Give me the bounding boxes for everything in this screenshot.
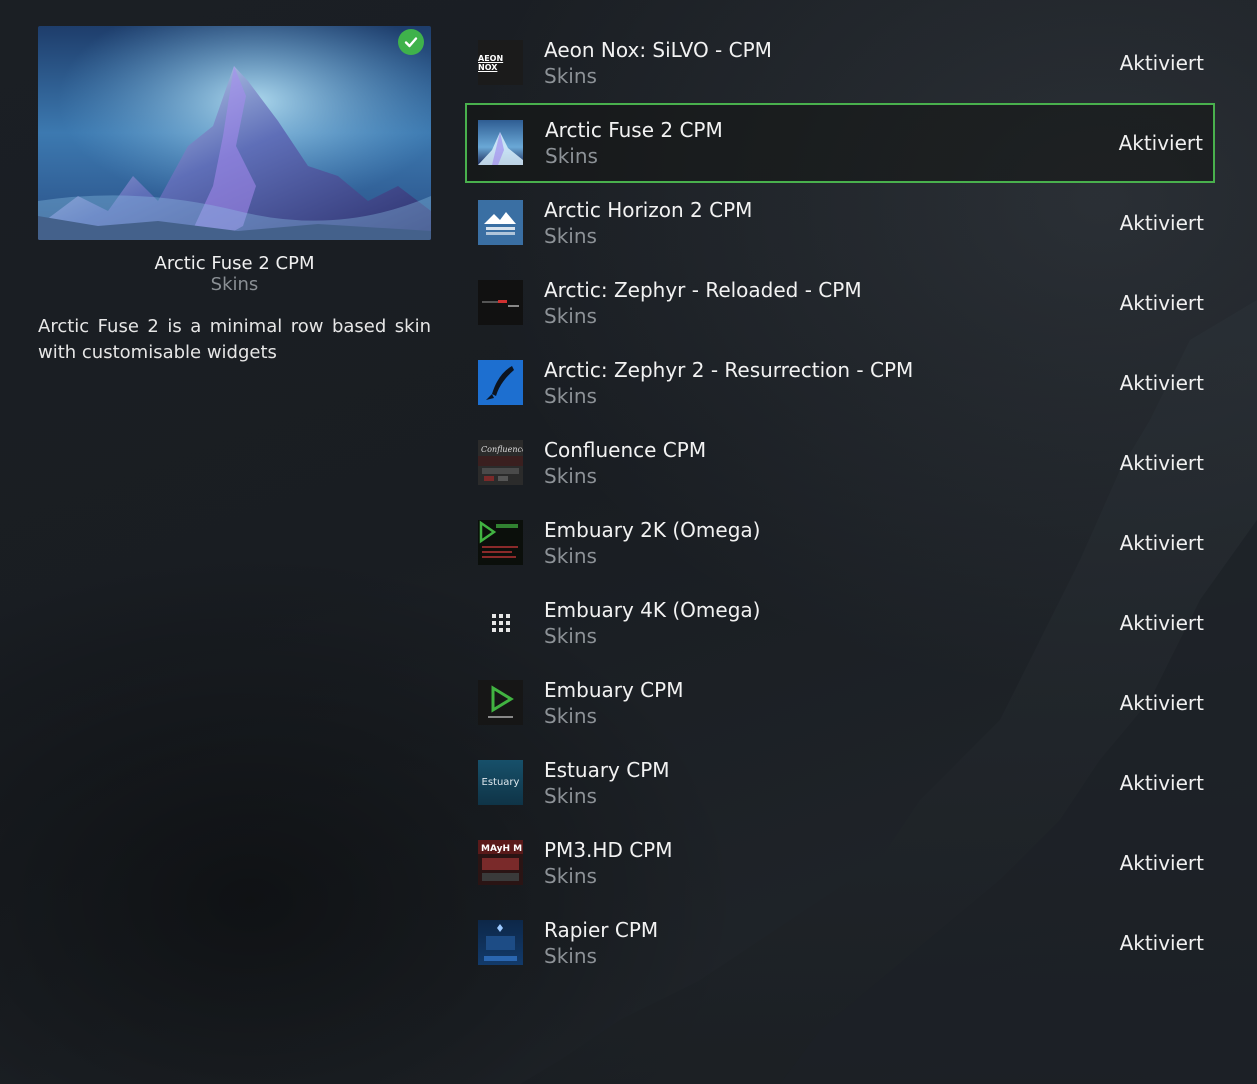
addon-row-estuary[interactable]: Estuary Estuary CPM Skins Aktiviert bbox=[465, 743, 1215, 823]
checkmark-icon bbox=[398, 29, 424, 55]
addon-category: Skins bbox=[544, 704, 597, 728]
addon-name: Arctic Horizon 2 CPM bbox=[544, 198, 753, 222]
addon-name: Aeon Nox: SiLVO - CPM bbox=[544, 38, 772, 62]
addon-name: Estuary CPM bbox=[544, 758, 670, 782]
mountain-fanart-image bbox=[38, 26, 431, 240]
addon-category: Skins bbox=[544, 464, 597, 488]
addon-status: Aktiviert bbox=[1119, 931, 1204, 955]
addon-status: Aktiviert bbox=[1119, 51, 1204, 75]
selected-addon-description: Arctic Fuse 2 is a minimal row based ski… bbox=[38, 316, 431, 363]
addon-row-embuary[interactable]: Embuary CPM Skins Aktiviert bbox=[465, 663, 1215, 743]
aeon-nox-logo: AEON NOX bbox=[478, 40, 523, 85]
aeon-nox-logo-text: AEON NOX bbox=[478, 53, 504, 72]
addon-status: Aktiviert bbox=[1119, 451, 1204, 475]
embuary-2k-logo bbox=[478, 520, 523, 565]
addon-status: Aktiviert bbox=[1119, 291, 1204, 315]
addon-name: Embuary 4K (Omega) bbox=[544, 598, 761, 622]
addon-status: Aktiviert bbox=[1118, 131, 1203, 155]
selected-addon-title: Arctic Fuse 2 CPM bbox=[154, 253, 315, 274]
confluence-logo: Confluence bbox=[478, 440, 523, 485]
addon-category: Skins bbox=[544, 784, 597, 808]
arctic-fuse-logo bbox=[478, 120, 523, 165]
addon-category: Skins bbox=[545, 144, 598, 168]
addon-status: Aktiviert bbox=[1119, 691, 1204, 715]
addon-row-arctic-zephyr-reloaded[interactable]: Arctic: Zephyr - Reloaded - CPM Skins Ak… bbox=[465, 263, 1215, 343]
addon-name: Arctic: Zephyr 2 - Resurrection - CPM bbox=[544, 358, 914, 382]
addon-name: Confluence CPM bbox=[544, 438, 707, 462]
grid-icon bbox=[478, 600, 523, 645]
addon-name: Embuary CPM bbox=[544, 678, 684, 702]
addon-row-aeon-nox[interactable]: AEON NOX Aeon Nox: SiLVO - CPM Skins Akt… bbox=[465, 23, 1215, 103]
addon-name: Arctic: Zephyr - Reloaded - CPM bbox=[544, 278, 862, 302]
addon-row-embuary-2k[interactable]: Embuary 2K (Omega) Skins Aktiviert bbox=[465, 503, 1215, 583]
embuary-play-logo bbox=[478, 680, 523, 725]
addon-status: Aktiviert bbox=[1119, 211, 1204, 235]
addon-status: Aktiviert bbox=[1119, 611, 1204, 635]
selected-addon-category: Skins bbox=[210, 274, 259, 295]
addon-status: Aktiviert bbox=[1119, 851, 1204, 875]
estuary-logo: Estuary bbox=[478, 760, 523, 805]
addon-row-confluence[interactable]: Confluence Confluence CPM Skins Aktivier… bbox=[465, 423, 1215, 503]
addon-category: Skins bbox=[544, 944, 597, 968]
addon-list: AEON NOX Aeon Nox: SiLVO - CPM Skins Akt… bbox=[465, 23, 1215, 983]
arctic-horizon-logo bbox=[478, 200, 523, 245]
addon-category: Skins bbox=[544, 304, 597, 328]
addon-row-arctic-fuse-2[interactable]: Arctic Fuse 2 CPM Skins Aktiviert bbox=[465, 103, 1215, 183]
addon-category: Skins bbox=[544, 384, 597, 408]
rapier-logo bbox=[478, 920, 523, 965]
addon-name: PM3.HD CPM bbox=[544, 838, 673, 862]
addon-status: Aktiviert bbox=[1119, 531, 1204, 555]
addon-status: Aktiviert bbox=[1119, 771, 1204, 795]
addon-category: Skins bbox=[544, 624, 597, 648]
addon-row-pm3hd[interactable]: MAyH M PM3.HD CPM Skins Aktiviert bbox=[465, 823, 1215, 903]
addon-category: Skins bbox=[544, 224, 597, 248]
addon-row-arctic-zephyr-2[interactable]: Arctic: Zephyr 2 - Resurrection - CPM Sk… bbox=[465, 343, 1215, 423]
pm3hd-logo: MAyH M bbox=[478, 840, 523, 885]
addon-row-rapier[interactable]: Rapier CPM Skins Aktiviert bbox=[465, 903, 1215, 983]
zephyr-bird-logo bbox=[478, 360, 523, 405]
addon-category: Skins bbox=[544, 864, 597, 888]
addon-status: Aktiviert bbox=[1119, 371, 1204, 395]
addon-fanart-preview bbox=[38, 26, 431, 240]
addon-row-embuary-4k[interactable]: Embuary 4K (Omega) Skins Aktiviert bbox=[465, 583, 1215, 663]
confluence-logo-text: Confluence bbox=[481, 445, 523, 454]
addon-name: Embuary 2K (Omega) bbox=[544, 518, 761, 542]
pm3hd-logo-text: MAyH M bbox=[481, 844, 522, 854]
addon-category: Skins bbox=[544, 544, 597, 568]
addon-name: Arctic Fuse 2 CPM bbox=[545, 118, 723, 142]
addon-row-arctic-horizon-2[interactable]: Arctic Horizon 2 CPM Skins Aktiviert bbox=[465, 183, 1215, 263]
estuary-logo-text: Estuary bbox=[481, 777, 520, 788]
addon-name: Rapier CPM bbox=[544, 918, 659, 942]
addon-category: Skins bbox=[544, 64, 597, 88]
zephyr-reloaded-logo bbox=[478, 280, 523, 325]
